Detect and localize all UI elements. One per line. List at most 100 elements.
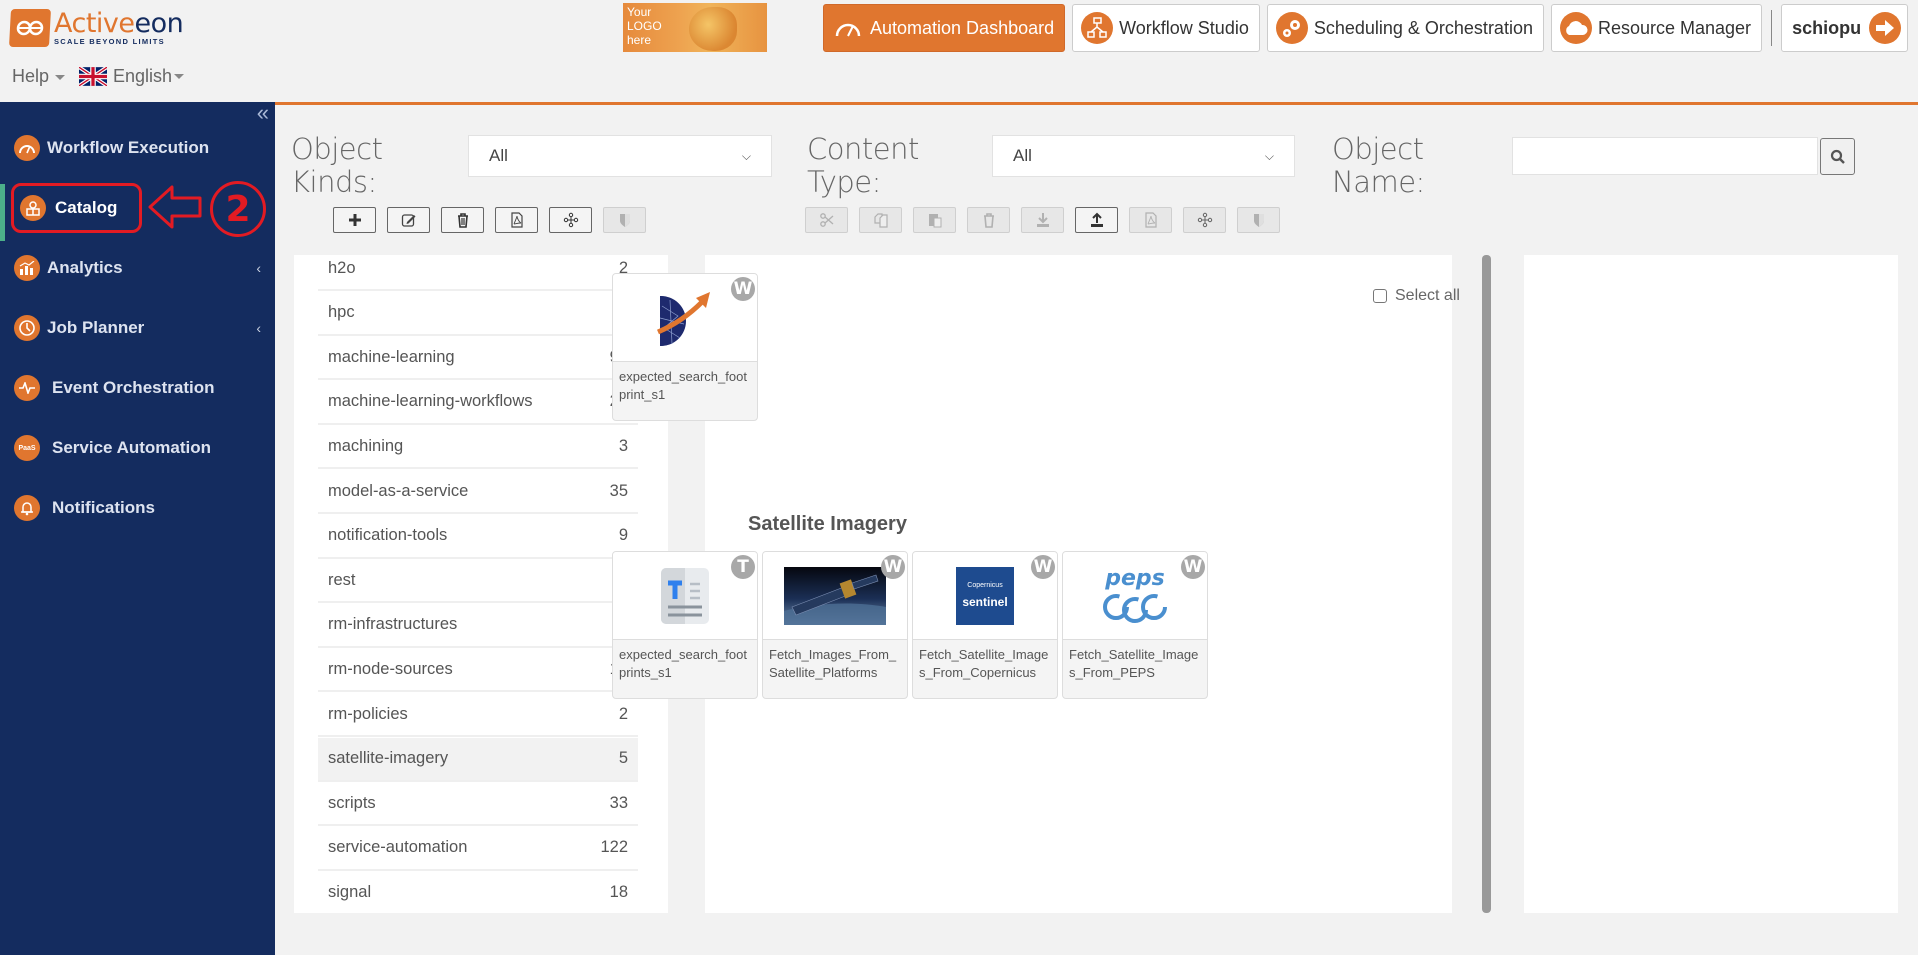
bucket-list-item[interactable]: machine-learning-workflows22: [318, 381, 638, 425]
object-name: expected_search_footprint_s1: [619, 369, 747, 402]
delete-object-button[interactable]: [967, 207, 1010, 233]
sidebar: « Workflow Execution Catalog Analytics ‹…: [0, 102, 275, 955]
resource-manager-button[interactable]: Resource Manager: [1550, 4, 1763, 52]
object-thumbnail: peps W: [1063, 552, 1207, 640]
collapse-sidebar-icon[interactable]: «: [257, 102, 269, 124]
bucket-name: rest: [328, 570, 356, 589]
scheduling-orchestration-button[interactable]: Scheduling & Orchestration: [1266, 4, 1544, 52]
bucket-count: 9: [618, 526, 628, 545]
bucket-rights-button[interactable]: [603, 207, 646, 233]
delete-bucket-button[interactable]: [441, 207, 484, 233]
pdf-icon: [510, 212, 523, 228]
workflow-badge: W: [881, 555, 905, 579]
sidebar-item-catalog[interactable]: Catalog: [0, 188, 275, 228]
workflow-badge: W: [731, 277, 755, 301]
bucket-list-item[interactable]: rm-policies 2: [318, 693, 638, 737]
bucket-count: 3: [618, 436, 628, 455]
sidebar-item-workflow-execution[interactable]: Workflow Execution: [0, 128, 275, 168]
brand-tagline: SCALE BEYOND LIMITS: [54, 37, 165, 47]
text-badge: T: [731, 555, 755, 579]
object-thumbnail: W: [763, 552, 907, 640]
object-name: expected_search_footprints_s1: [619, 647, 747, 680]
bucket-list-item[interactable]: signal 18: [318, 871, 638, 913]
bucket-report-button[interactable]: [495, 207, 538, 233]
object-name-search-input[interactable]: [1512, 137, 1818, 175]
bucket-name: satellite-imagery: [328, 749, 449, 768]
user-logout-button[interactable]: schiopu: [1781, 4, 1909, 52]
bucket-list-item[interactable]: notification-tools 9: [318, 515, 638, 559]
paste-button[interactable]: [913, 207, 956, 233]
bucket-list-item[interactable]: rm-node-sources15: [318, 648, 638, 693]
help-menu[interactable]: Help: [12, 66, 66, 87]
bucket-name: rm-node-sources: [328, 659, 453, 678]
analytics-icon: [14, 255, 40, 281]
top-header: Activeeon SCALE BEYOND LIMITS Help Engli…: [0, 0, 1918, 102]
custom-logo-placeholder: Your LOGO here: [623, 3, 767, 52]
object-card[interactable]: W Fetch_Images_From_Satellite_Platforms: [762, 551, 908, 699]
object-kinds-select[interactable]: All ⌵: [468, 135, 772, 177]
content-type-select[interactable]: All ⌵: [992, 135, 1295, 177]
bucket-count: 33: [609, 793, 628, 812]
text-file-icon: [661, 567, 709, 624]
workflow-studio-button[interactable]: Workflow Studio: [1072, 4, 1260, 52]
object-name: Fetch_Satellite_Images_From_Copernicus: [919, 647, 1049, 680]
bucket-list-item[interactable]: rm-infrastructures2: [318, 604, 638, 648]
scissors-icon: [819, 213, 833, 227]
select-all-checkbox[interactable]: Select all: [1373, 287, 1460, 305]
bucket-list-item[interactable]: model-as-a-service 35: [318, 470, 638, 514]
workflow-badge: W: [1181, 555, 1205, 579]
bucket-list-item[interactable]: machining 3: [318, 425, 638, 470]
search-icon: [1830, 149, 1845, 164]
trash-icon: [983, 213, 994, 228]
object-card[interactable]: T expected_search_footprints_s1: [612, 551, 758, 699]
bucket-name: notification-tools: [328, 526, 448, 545]
object-toolbar: [805, 207, 1291, 233]
logout-icon: [1869, 12, 1902, 44]
bucket-name: machine-learning-workflows: [328, 392, 533, 411]
upload-button[interactable]: [1075, 207, 1118, 233]
object-thumbnail: W: [613, 274, 757, 362]
bucket-name: rm-infrastructures: [328, 615, 458, 634]
object-rights-button[interactable]: [1237, 207, 1280, 233]
sidebar-item-service-automation[interactable]: PaaS Service Automation: [0, 428, 275, 468]
bucket-count: 5: [618, 749, 628, 768]
caret-down-icon: [55, 74, 66, 80]
activeeon-logo-icon: [9, 9, 51, 47]
edit-bucket-button[interactable]: [387, 207, 430, 233]
sidebar-item-event-orchestration[interactable]: Event Orchestration: [0, 368, 275, 408]
shield-icon: [619, 214, 630, 227]
object-report-button[interactable]: [1129, 207, 1172, 233]
edit-icon: [401, 214, 415, 227]
bucket-graph-button[interactable]: [549, 207, 592, 233]
bucket-list-item[interactable]: machine-learning93: [318, 336, 638, 381]
bucket-list-item[interactable]: scripts 33: [318, 782, 638, 827]
search-button[interactable]: [1820, 138, 1855, 175]
bucket-list-item[interactable]: satellite-imagery 5: [318, 737, 638, 782]
objects-scrollbar[interactable]: [1482, 255, 1491, 913]
object-kinds-label: Object Kinds:: [291, 132, 383, 199]
cut-button[interactable]: [805, 207, 848, 233]
object-card[interactable]: peps W Fetch_Satellite_Images_From_PEPS: [1062, 551, 1208, 699]
object-graph-button[interactable]: [1183, 207, 1226, 233]
sidebar-item-job-planner[interactable]: Job Planner ‹: [0, 308, 275, 348]
activeeon-logo[interactable]: Activeeon SCALE BEYOND LIMITS: [9, 7, 190, 49]
workflow-icon: [1081, 12, 1114, 44]
bucket-list-item[interactable]: h2o 2: [318, 255, 638, 291]
add-bucket-button[interactable]: [333, 207, 376, 233]
copy-button[interactable]: [859, 207, 902, 233]
bucket-list-item[interactable]: hpc4: [318, 292, 638, 336]
automation-dashboard-button[interactable]: Automation Dashboard: [823, 4, 1066, 52]
object-card[interactable]: Copernicus sentinel W Fetch_Satellite_Im…: [912, 551, 1058, 699]
caret-down-icon: [174, 74, 185, 79]
content-type-label: Content Type:: [807, 132, 919, 199]
download-button[interactable]: [1021, 207, 1064, 233]
sidebar-item-analytics[interactable]: Analytics ‹: [0, 248, 275, 288]
sidebar-item-notifications[interactable]: Notifications: [0, 488, 275, 528]
paas-icon: PaaS: [14, 435, 40, 461]
upload-icon: [1090, 212, 1103, 227]
bucket-list-item[interactable]: rest7: [318, 559, 638, 604]
bucket-list-item[interactable]: service-automation 122: [318, 827, 638, 871]
chevron-down-icon: ⌵: [741, 148, 751, 163]
object-card[interactable]: W expected_search_footprint_s1: [612, 273, 758, 421]
language-menu[interactable]: English: [79, 66, 185, 87]
